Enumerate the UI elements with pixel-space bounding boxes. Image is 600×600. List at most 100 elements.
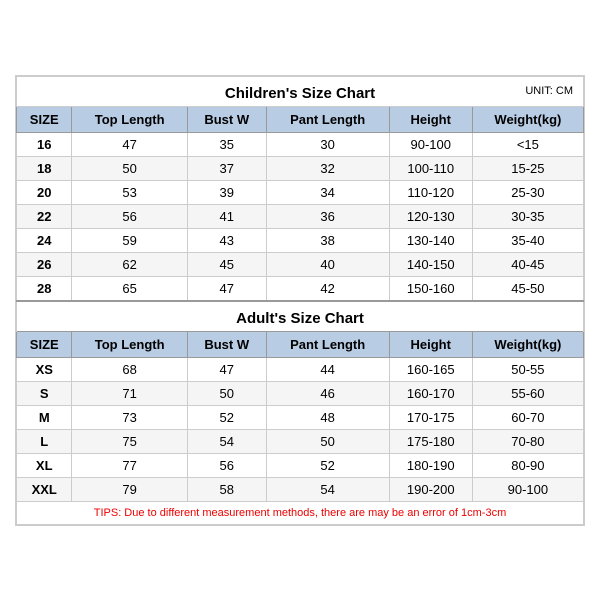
children-cell: 26: [17, 252, 72, 276]
children-cell: 22: [17, 204, 72, 228]
adult-col-toplength-header: Top Length: [72, 331, 187, 357]
children-cell: 24: [17, 228, 72, 252]
adult-cell: 48: [266, 405, 389, 429]
adult-chart-title: Adult's Size Chart: [236, 310, 364, 327]
adult-cell: 54: [187, 429, 266, 453]
children-cell: 90-100: [389, 132, 472, 156]
children-cell: 28: [17, 276, 72, 301]
adult-cell: 70-80: [472, 429, 583, 453]
adult-cell: 170-175: [389, 405, 472, 429]
children-cell: 36: [266, 204, 389, 228]
children-cell: 150-160: [389, 276, 472, 301]
adult-cell: XL: [17, 453, 72, 477]
children-cell: 65: [72, 276, 187, 301]
children-cell: 56: [72, 204, 187, 228]
adult-table-row: M735248170-17560-70: [17, 405, 584, 429]
children-cell: 45-50: [472, 276, 583, 301]
adult-cell: XS: [17, 357, 72, 381]
adult-cell: 60-70: [472, 405, 583, 429]
adult-cell: 190-200: [389, 477, 472, 501]
adult-cell: 44: [266, 357, 389, 381]
children-cell: 41: [187, 204, 266, 228]
adult-cell: 54: [266, 477, 389, 501]
children-cell: 59: [72, 228, 187, 252]
adult-cell: 73: [72, 405, 187, 429]
children-table-row: 26624540140-15040-45: [17, 252, 584, 276]
adult-cell: 47: [187, 357, 266, 381]
adult-title-row: Adult's Size Chart: [17, 301, 584, 332]
children-cell: 16: [17, 132, 72, 156]
adult-cell: 90-100: [472, 477, 583, 501]
children-cell: 120-130: [389, 204, 472, 228]
size-chart-container: Children's Size Chart UNIT: CM SIZE Top …: [15, 75, 585, 526]
children-cell: 47: [187, 276, 266, 301]
adult-cell: 71: [72, 381, 187, 405]
children-cell: 37: [187, 156, 266, 180]
adult-cell: 160-165: [389, 357, 472, 381]
adult-cell: 68: [72, 357, 187, 381]
tips-text: TIPS: Due to different measurement metho…: [94, 507, 506, 519]
col-height-header: Height: [389, 106, 472, 132]
children-cell: 47: [72, 132, 187, 156]
unit-label: UNIT: CM: [525, 85, 573, 97]
col-toplength-header: Top Length: [72, 106, 187, 132]
col-pantlength-header: Pant Length: [266, 106, 389, 132]
adult-cell: 46: [266, 381, 389, 405]
children-table-row: 28654742150-16045-50: [17, 276, 584, 301]
col-size-header: SIZE: [17, 106, 72, 132]
adult-table-row: L755450175-18070-80: [17, 429, 584, 453]
adult-header-row: SIZE Top Length Bust W Pant Length Heigh…: [17, 331, 584, 357]
adult-cell: 52: [266, 453, 389, 477]
children-cell: 39: [187, 180, 266, 204]
children-table-row: 18503732100-11015-25: [17, 156, 584, 180]
adult-cell: 75: [72, 429, 187, 453]
children-table-row: 24594338130-14035-40: [17, 228, 584, 252]
children-cell: 34: [266, 180, 389, 204]
children-cell: 18: [17, 156, 72, 180]
adult-cell: 50-55: [472, 357, 583, 381]
adult-cell: 77: [72, 453, 187, 477]
adult-col-weight-header: Weight(kg): [472, 331, 583, 357]
children-cell: 15-25: [472, 156, 583, 180]
children-cell: 42: [266, 276, 389, 301]
adult-cell: 56: [187, 453, 266, 477]
children-header-row: SIZE Top Length Bust W Pant Length Heigh…: [17, 106, 584, 132]
children-cell: 53: [72, 180, 187, 204]
children-cell: 50: [72, 156, 187, 180]
adult-col-pantlength-header: Pant Length: [266, 331, 389, 357]
adult-cell: 52: [187, 405, 266, 429]
children-chart-title: Children's Size Chart: [225, 85, 375, 102]
col-bustw-header: Bust W: [187, 106, 266, 132]
adult-cell: 80-90: [472, 453, 583, 477]
children-title-row: Children's Size Chart UNIT: CM: [17, 76, 584, 106]
col-weight-header: Weight(kg): [472, 106, 583, 132]
adult-cell: 55-60: [472, 381, 583, 405]
children-table-row: 1647353090-100<15: [17, 132, 584, 156]
adult-col-height-header: Height: [389, 331, 472, 357]
children-cell: 30-35: [472, 204, 583, 228]
children-cell: 35-40: [472, 228, 583, 252]
adult-cell: 79: [72, 477, 187, 501]
adult-cell: 180-190: [389, 453, 472, 477]
children-cell: 40: [266, 252, 389, 276]
children-cell: 140-150: [389, 252, 472, 276]
children-cell: 30: [266, 132, 389, 156]
children-table-row: 22564136120-13030-35: [17, 204, 584, 228]
tips-row: TIPS: Due to different measurement metho…: [17, 501, 584, 524]
adult-cell: 50: [187, 381, 266, 405]
children-cell: 40-45: [472, 252, 583, 276]
adult-cell: 160-170: [389, 381, 472, 405]
children-cell: 32: [266, 156, 389, 180]
children-cell: 110-120: [389, 180, 472, 204]
children-cell: 45: [187, 252, 266, 276]
adult-col-bustw-header: Bust W: [187, 331, 266, 357]
adult-cell: 175-180: [389, 429, 472, 453]
adult-cell: XXL: [17, 477, 72, 501]
adult-table-row: S715046160-17055-60: [17, 381, 584, 405]
adult-cell: 50: [266, 429, 389, 453]
children-table-row: 20533934110-12025-30: [17, 180, 584, 204]
children-cell: <15: [472, 132, 583, 156]
adult-cell: L: [17, 429, 72, 453]
children-cell: 130-140: [389, 228, 472, 252]
adult-table-row: XXL795854190-20090-100: [17, 477, 584, 501]
